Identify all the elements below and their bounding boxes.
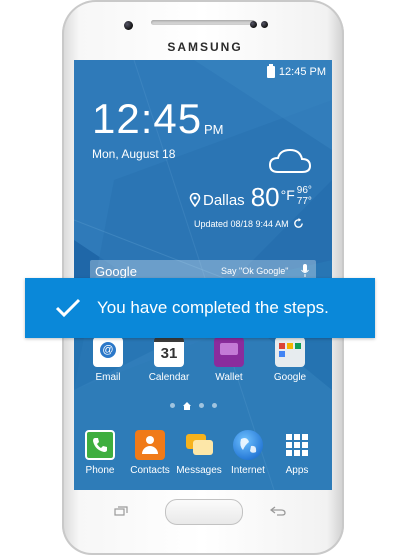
page-dot[interactable] [199,403,204,408]
app-label: Messages [176,465,222,476]
wallet-icon [214,337,244,367]
weather-city: Dallas [203,192,245,209]
app-label: Calendar [148,372,190,383]
clock-ampm: PM [204,122,224,137]
weather-updated: Updated 08/18 9:44 AM [194,218,304,229]
app-label: Email [95,372,121,383]
checkmark-icon [55,298,81,318]
weather-widget[interactable]: Dallas 80 °F 96° 77° [189,184,312,210]
battery-icon [266,64,275,78]
contacts-icon [135,430,165,460]
dock-messages[interactable]: Messages [172,430,226,476]
phone-screen: 12:45 PM 12:45 PM Mon, August 18 Dallas … [74,60,332,490]
clock-date: Mon, August 18 [92,147,176,161]
weather-temp: 80 [250,182,280,212]
completion-banner: You have completed the steps. [25,278,375,338]
page-indicator [170,401,217,410]
app-google-folder[interactable]: Google [263,337,317,383]
dock-contacts[interactable]: Contacts [123,430,177,476]
status-bar: 12:45 PM [266,64,326,78]
back-icon[interactable] [270,506,286,516]
app-label: Google [273,372,307,383]
email-icon: @ [93,337,123,367]
dock-phone[interactable]: Phone [74,430,127,476]
dock-apps[interactable]: Apps [270,430,324,476]
earpiece-speaker [151,20,255,25]
front-camera-icon [124,21,133,30]
brand-logo: SAMSUNG [167,40,243,54]
clock-time: 12:45 [92,95,203,142]
apps-grid-icon [282,430,312,460]
app-label: Apps [285,465,309,476]
google-logo: Google [95,264,137,279]
microphone-icon[interactable] [301,264,309,278]
page-dot[interactable] [170,403,175,408]
voice-search-hint: Say "Ok Google" [221,266,289,276]
app-label: Internet [231,465,265,476]
app-calendar[interactable]: 31 Calendar [142,337,196,383]
recent-apps-icon[interactable] [114,506,128,516]
sensor-icon [261,21,268,28]
refresh-icon[interactable] [293,218,304,229]
home-page-icon[interactable] [183,401,191,410]
home-button[interactable] [165,499,243,525]
sensor-icon [250,21,257,28]
phone-icon [85,430,115,460]
weather-low: 77° [296,196,312,207]
calendar-date: 31 [160,345,178,362]
cloudy-weather-icon[interactable] [268,146,312,176]
page-dot[interactable] [212,403,217,408]
app-email[interactable]: @ Email [81,337,135,383]
google-folder-icon [275,337,305,367]
app-wallet[interactable]: Wallet [202,337,256,383]
weather-updated-text: Updated 08/18 9:44 AM [194,218,289,229]
dock-internet[interactable]: Internet [221,430,275,476]
app-label: Phone [85,465,115,476]
messages-icon [184,430,214,460]
calendar-icon: 31 [154,337,184,367]
globe-icon [233,430,263,460]
app-label: Contacts [130,465,170,476]
weather-high: 96° [296,185,312,196]
status-time: 12:45 PM [278,66,326,78]
app-label: Wallet [215,372,243,383]
weather-unit: °F [280,187,295,203]
banner-message: You have completed the steps. [97,298,329,317]
location-pin-icon [189,193,201,207]
